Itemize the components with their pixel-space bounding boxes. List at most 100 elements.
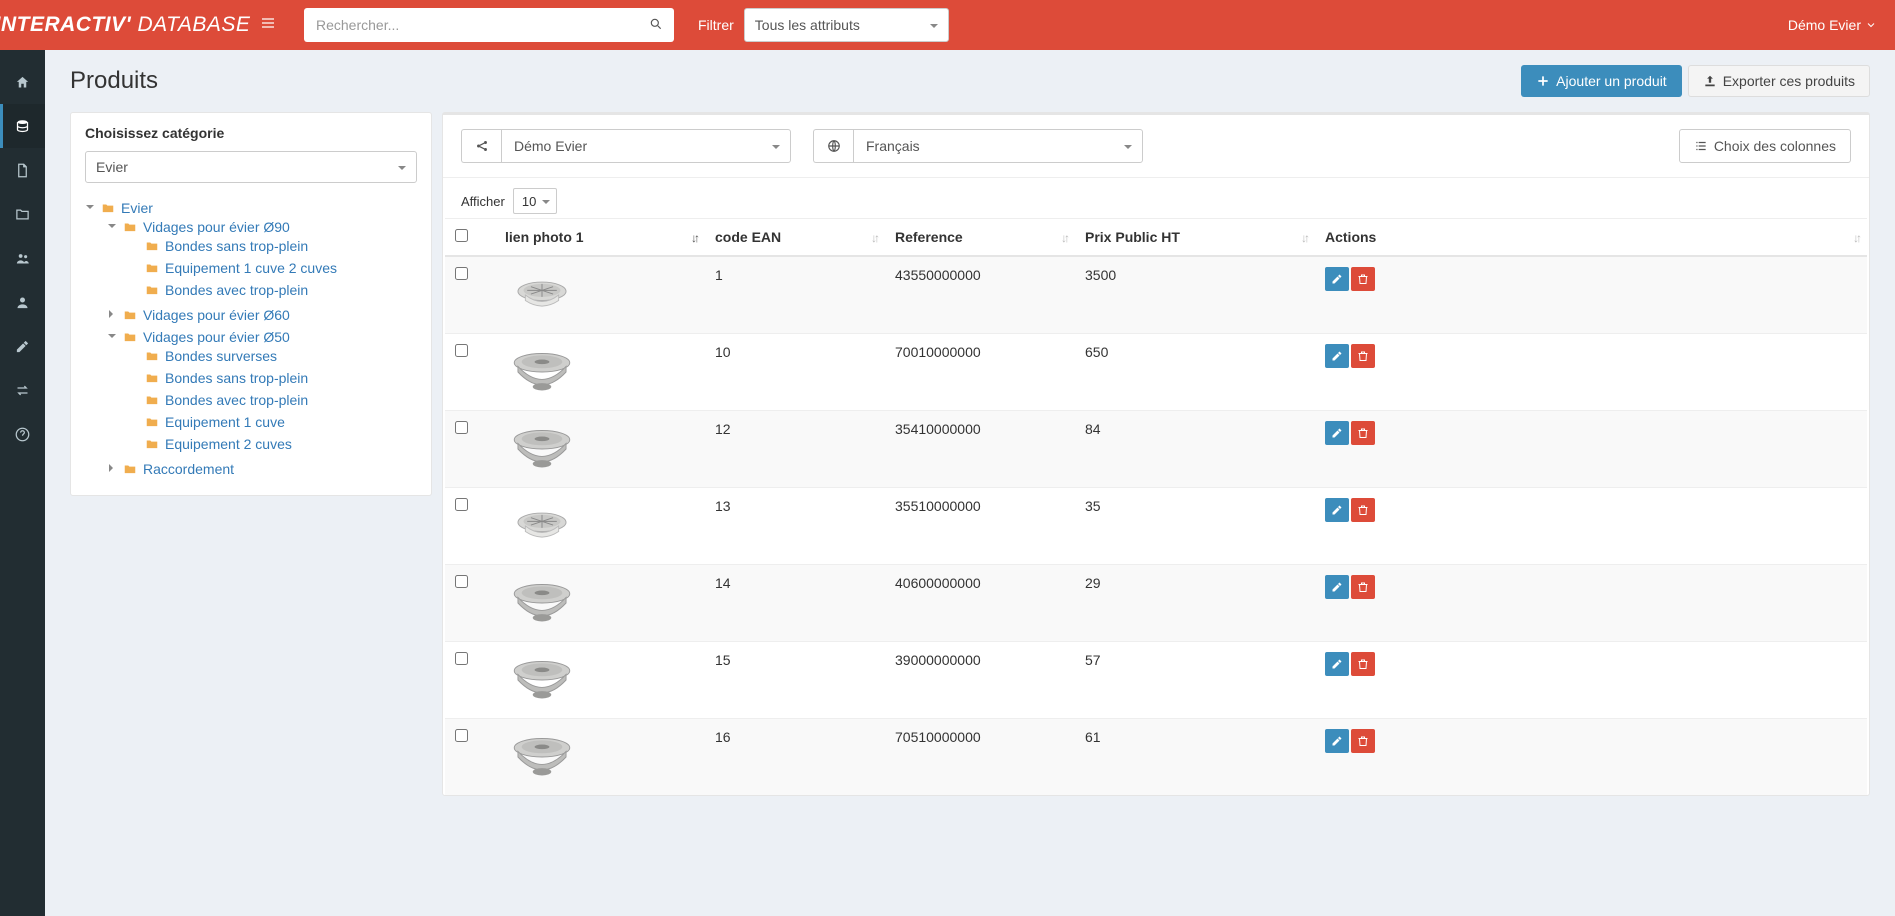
table-row: 133551000000035: [445, 488, 1867, 565]
delete-row-button[interactable]: [1351, 575, 1375, 599]
trash-icon: [1357, 273, 1369, 285]
edit-row-button[interactable]: [1325, 344, 1349, 368]
sort-icon: ↓↑: [1301, 231, 1307, 245]
sidebar-toggle[interactable]: [245, 15, 290, 36]
folder-icon: [123, 220, 137, 234]
cell-ean: 1: [705, 256, 885, 334]
edit-row-button[interactable]: [1325, 575, 1349, 599]
list-icon: [1694, 139, 1708, 153]
tree-node-leaf[interactable]: Equipement 2 cuves: [129, 436, 417, 452]
delete-row-button[interactable]: [1351, 421, 1375, 445]
delete-row-button[interactable]: [1351, 498, 1375, 522]
tree-label: Vidages pour évier Ø60: [143, 307, 290, 323]
tree-node-raccord[interactable]: Raccordement: [107, 461, 417, 477]
category-panel-title: Choisissez catégorie: [85, 125, 417, 141]
col-price[interactable]: Prix Public HT↓↑: [1075, 219, 1315, 257]
tree-node-v60[interactable]: Vidages pour évier Ø60: [107, 307, 417, 323]
row-checkbox[interactable]: [455, 267, 468, 280]
edit-row-button[interactable]: [1325, 652, 1349, 676]
search-button[interactable]: [638, 8, 674, 42]
tree-node-leaf[interactable]: Equipement 1 cuve 2 cuves: [129, 260, 417, 276]
tree-label: Bondes avec trop-plein: [165, 282, 308, 298]
search-wrap: [304, 8, 674, 42]
edit-row-button[interactable]: [1325, 729, 1349, 753]
tree-node-v90[interactable]: Vidages pour évier Ø90: [107, 219, 417, 235]
columns-button[interactable]: Choix des colonnes: [1679, 129, 1851, 163]
pencil-icon: [1331, 273, 1343, 285]
language-select-value: Français: [866, 138, 920, 154]
tree-node-leaf[interactable]: Bondes avec trop-plein: [129, 392, 417, 408]
tree-label: Equipement 1 cuve: [165, 414, 285, 430]
sidebar-item-users[interactable]: [0, 236, 45, 280]
select-all-checkbox[interactable]: [455, 229, 468, 242]
trash-icon: [1357, 735, 1369, 747]
col-ref[interactable]: Reference↓↑: [885, 219, 1075, 257]
sidebar-item-documents[interactable]: [0, 148, 45, 192]
row-checkbox[interactable]: [455, 421, 468, 434]
exchange-icon: [15, 383, 30, 398]
table-row: 153900000000057: [445, 642, 1867, 719]
sort-icon: ↓↑: [871, 231, 877, 245]
folder-icon: [145, 283, 159, 297]
edit-row-button[interactable]: [1325, 421, 1349, 445]
tree-node-leaf[interactable]: Bondes sans trop-plein: [129, 238, 417, 254]
edit-row-button[interactable]: [1325, 267, 1349, 291]
add-product-button[interactable]: Ajouter un produit: [1521, 65, 1682, 97]
products-table: lien photo 1↓↑ code EAN ↓↑ Reference↓↑ Pr…: [445, 218, 1867, 795]
folder-icon: [145, 349, 159, 363]
search-input[interactable]: [304, 8, 674, 42]
edit-row-button[interactable]: [1325, 498, 1349, 522]
row-checkbox[interactable]: [455, 575, 468, 588]
sidebar-item-files[interactable]: [0, 192, 45, 236]
brand-logo[interactable]: INTERACTIV' DATABASE: [0, 0, 245, 50]
cell-ref: 35510000000: [885, 488, 1075, 565]
tree-label: Bondes surverses: [165, 348, 277, 364]
tree-node-leaf[interactable]: Bondes surverses: [129, 348, 417, 364]
filter-select[interactable]: Tous les attributs: [744, 8, 949, 42]
sidebar-item-edit[interactable]: [0, 324, 45, 368]
trash-icon: [1357, 658, 1369, 670]
sort-icon: ↓↑: [691, 231, 697, 245]
product-thumbnail: [505, 652, 579, 708]
tree-node-leaf[interactable]: Equipement 1 cuve: [129, 414, 417, 430]
delete-row-button[interactable]: [1351, 267, 1375, 291]
tree-node-leaf[interactable]: Bondes avec trop-plein: [129, 282, 417, 298]
export-products-button[interactable]: Exporter ces produits: [1688, 65, 1870, 97]
user-menu[interactable]: Démo Evier: [1770, 17, 1895, 33]
folder-icon: [101, 201, 115, 215]
sidebar-item-profile[interactable]: [0, 280, 45, 324]
cell-ean: 13: [705, 488, 885, 565]
col-photo[interactable]: lien photo 1↓↑: [495, 219, 705, 257]
category-select[interactable]: Evier: [85, 151, 417, 183]
filter-select-value: Tous les attributs: [755, 17, 860, 33]
page-size-select[interactable]: 10: [513, 188, 557, 214]
sidebar-item-help[interactable]: [0, 412, 45, 456]
col-ean-label: code EAN: [715, 229, 781, 245]
catalog-select[interactable]: Démo Evier: [461, 129, 791, 163]
globe-icon: [827, 139, 841, 153]
language-select[interactable]: Français: [813, 129, 1143, 163]
product-thumbnail: [505, 729, 579, 785]
tree-node-leaf[interactable]: Bondes sans trop-plein: [129, 370, 417, 386]
trash-icon: [1357, 427, 1369, 439]
pencil-icon: [1331, 350, 1343, 362]
cell-ref: 39000000000: [885, 642, 1075, 719]
row-checkbox[interactable]: [455, 344, 468, 357]
delete-row-button[interactable]: [1351, 344, 1375, 368]
delete-row-button[interactable]: [1351, 652, 1375, 676]
delete-row-button[interactable]: [1351, 729, 1375, 753]
tree-node-evier[interactable]: Evier: [85, 200, 417, 216]
cell-price: 61: [1075, 719, 1315, 796]
col-ean[interactable]: code EAN ↓↑: [705, 219, 885, 257]
sidebar-item-home[interactable]: [0, 60, 45, 104]
row-checkbox[interactable]: [455, 729, 468, 742]
tree-node-v50[interactable]: Vidages pour évier Ø50: [107, 329, 417, 345]
row-checkbox[interactable]: [455, 652, 468, 665]
cell-ref: 35410000000: [885, 411, 1075, 488]
help-icon: [15, 427, 30, 442]
tree-toggle-icon: [107, 310, 117, 321]
sidebar-item-exchange[interactable]: [0, 368, 45, 412]
sidebar-item-products[interactable]: [0, 104, 45, 148]
trash-icon: [1357, 504, 1369, 516]
row-checkbox[interactable]: [455, 498, 468, 511]
